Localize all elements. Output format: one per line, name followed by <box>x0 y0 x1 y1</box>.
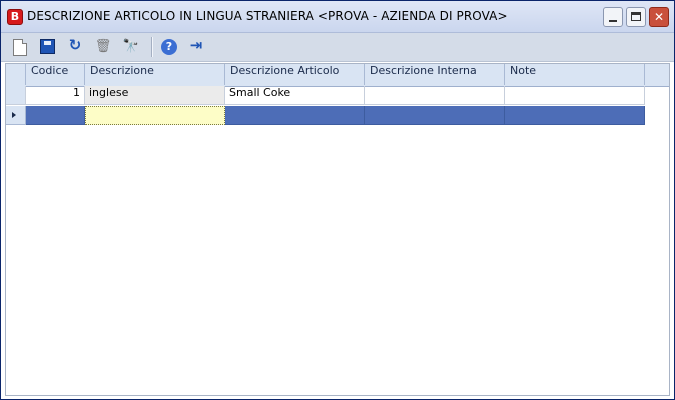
column-header-filler <box>645 64 669 85</box>
grid-header: Codice Descrizione Descrizione Articolo … <box>6 64 669 87</box>
minimize-icon <box>609 20 617 22</box>
maximize-button[interactable] <box>626 7 646 27</box>
help-icon: ? <box>161 39 177 55</box>
cell-descrizione-interna[interactable] <box>365 106 505 125</box>
cell-descrizione-articolo[interactable]: Small Coke <box>225 86 365 105</box>
undo-button[interactable]: ↻ <box>64 36 86 58</box>
save-icon <box>39 39 55 54</box>
minimize-button[interactable] <box>603 7 623 27</box>
column-header-descrizione-articolo[interactable]: Descrizione Articolo <box>225 64 365 85</box>
cell-codice[interactable]: 1 <box>26 86 85 105</box>
table-row-new[interactable] <box>6 106 669 126</box>
row-selector[interactable] <box>6 106 26 125</box>
close-button[interactable]: ✕ <box>649 7 669 27</box>
cell-note[interactable] <box>505 86 645 105</box>
cell-descrizione-interna[interactable] <box>365 86 505 105</box>
new-record-button[interactable] <box>9 36 31 58</box>
save-button[interactable] <box>36 36 58 58</box>
column-header-codice[interactable]: Codice <box>26 64 85 85</box>
cell-descrizione-articolo[interactable] <box>225 106 365 125</box>
cell-descrizione-editing[interactable] <box>85 106 225 125</box>
find-icon: 🔭 <box>122 39 140 54</box>
exit-icon: ⇥ <box>189 36 203 54</box>
new-document-icon <box>13 39 27 56</box>
title-bar[interactable]: B DESCRIZIONE ARTICOLO IN LINGUA STRANIE… <box>1 1 674 33</box>
find-button[interactable]: 🔭 <box>120 36 142 58</box>
current-row-arrow-icon <box>12 112 16 118</box>
app-logo-icon[interactable]: B <box>7 9 23 25</box>
help-button[interactable]: ? <box>158 36 180 58</box>
toolbar: ↻ 🗑 🔭 ? ⇥ <box>1 33 674 62</box>
toolbar-separator <box>151 37 153 57</box>
cell-note[interactable] <box>505 106 645 125</box>
delete-button[interactable]: 🗑 <box>92 36 114 58</box>
row-selector-header <box>6 64 26 85</box>
delete-icon: 🗑 <box>94 39 112 54</box>
undo-icon: ↻ <box>68 36 82 54</box>
cell-descrizione[interactable]: inglese <box>85 86 225 105</box>
window-title: DESCRIZIONE ARTICOLO IN LINGUA STRANIERA… <box>27 9 508 23</box>
column-header-descrizione-interna[interactable]: Descrizione Interna <box>365 64 505 85</box>
maximize-icon <box>631 12 641 21</box>
data-grid[interactable]: Codice Descrizione Descrizione Articolo … <box>5 63 670 396</box>
app-window: B DESCRIZIONE ARTICOLO IN LINGUA STRANIE… <box>0 0 675 400</box>
column-header-descrizione[interactable]: Descrizione <box>85 64 225 85</box>
close-icon: ✕ <box>653 10 665 24</box>
column-header-note[interactable]: Note <box>505 64 645 85</box>
exit-button[interactable]: ⇥ <box>185 36 207 58</box>
row-selector[interactable] <box>6 86 26 105</box>
cell-codice[interactable] <box>26 106 85 125</box>
table-row[interactable]: 1 inglese Small Coke <box>6 86 669 106</box>
